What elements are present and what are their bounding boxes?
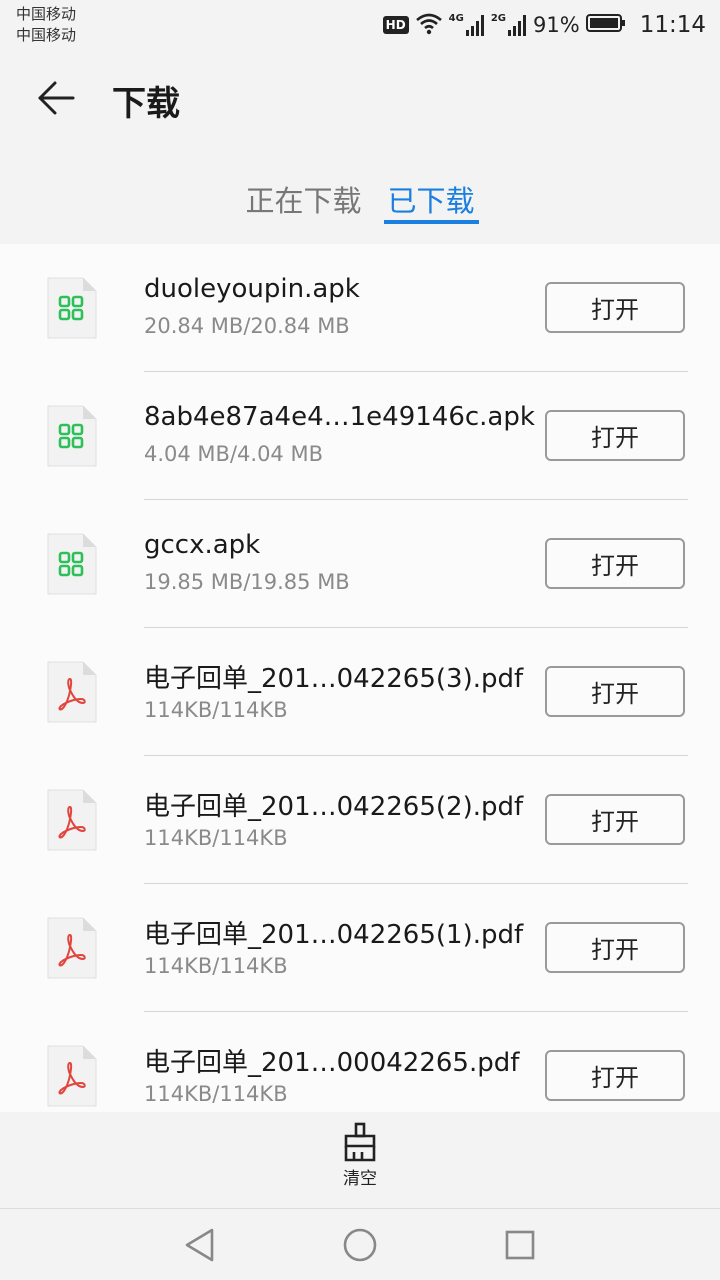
downloaded-file-list[interactable]: duoleyoupin.apk 20.84 MB/20.84 MB 打开 8ab… (0, 244, 720, 1112)
tab-downloading[interactable]: 正在下载 (241, 146, 365, 244)
back-arrow-icon (38, 81, 75, 115)
file-name: 8ab4e87a4e4…1e49146c.apk (144, 402, 535, 432)
file-size: 19.85 MB/19.85 MB (144, 570, 350, 594)
file-name: 电子回单_201…042265(3).pdf (144, 664, 524, 694)
network-type-2: 2G (490, 13, 507, 24)
square-recents-icon (505, 1230, 535, 1260)
battery-icon (585, 13, 626, 37)
tab-downloaded-label: 已下载 (387, 184, 475, 218)
active-tab-indicator (383, 220, 479, 224)
file-name: gccx.apk (144, 530, 261, 560)
nav-back-button[interactable] (180, 1225, 220, 1265)
network-type-1: 4G (448, 13, 464, 24)
clear-label: 清空 (343, 1169, 377, 1189)
file-size: 114KB/114KB (144, 826, 288, 850)
circle-home-icon (343, 1228, 377, 1262)
apk-file-icon (47, 405, 97, 467)
carrier-info: 中国移动 中国移动 (16, 4, 76, 46)
signal-strength-2: 2G (491, 14, 527, 36)
list-item[interactable]: 8ab4e87a4e4…1e49146c.apk 4.04 MB/4.04 MB… (0, 372, 720, 500)
tab-downloading-label: 正在下载 (245, 184, 362, 218)
open-button[interactable]: 打开 (545, 1050, 685, 1101)
file-name: duoleyoupin.apk (144, 274, 360, 304)
pdf-file-icon (47, 917, 97, 979)
system-nav-bar (0, 1208, 720, 1280)
nav-recents-button[interactable] (500, 1225, 540, 1265)
file-name: 电子回单_201…042265(1).pdf (144, 920, 524, 950)
pdf-file-icon (47, 661, 97, 723)
app-bar: 下载 (0, 50, 720, 146)
bottom-toolbar: 清空 (0, 1112, 720, 1208)
pdf-file-icon (47, 789, 97, 851)
signal-bars-icon (465, 15, 484, 36)
status-bar: 中国移动 中国移动 HD 4G 2G 91% 11:14 (0, 0, 720, 50)
tab-bar: 正在下载 已下载 (0, 146, 720, 244)
open-button[interactable]: 打开 (545, 538, 685, 589)
back-button[interactable] (30, 72, 82, 124)
list-item[interactable]: 电子回单_201…042265(3).pdf 114KB/114KB 打开 (0, 628, 720, 756)
file-name: 电子回单_201…00042265.pdf (144, 1048, 520, 1078)
list-item[interactable]: 电子回单_201…042265(2).pdf 114KB/114KB 打开 (0, 756, 720, 884)
pdf-file-icon (47, 1045, 97, 1107)
hd-voice-icon: HD (382, 16, 409, 34)
carrier-1: 中国移动 (16, 5, 77, 23)
clear-button[interactable]: 清空 (320, 1122, 400, 1202)
list-item[interactable]: 电子回单_201…042265(1).pdf 114KB/114KB 打开 (0, 884, 720, 1012)
apk-file-icon (47, 277, 97, 339)
file-size: 4.04 MB/4.04 MB (144, 442, 323, 466)
list-item[interactable]: 电子回单_201…00042265.pdf 114KB/114KB 打开 (0, 1012, 720, 1112)
tab-downloaded[interactable]: 已下载 (383, 146, 479, 244)
open-button[interactable]: 打开 (545, 794, 685, 845)
clock: 11:14 (639, 12, 706, 38)
open-button[interactable]: 打开 (545, 922, 685, 973)
file-size: 114KB/114KB (144, 954, 288, 978)
file-size: 114KB/114KB (144, 698, 288, 722)
apk-file-icon (47, 533, 97, 595)
triangle-back-icon (185, 1228, 214, 1262)
signal-bars-icon (508, 15, 527, 36)
file-size: 114KB/114KB (144, 1082, 288, 1106)
status-indicators: HD 4G 2G 91% 11:14 (382, 10, 706, 40)
nav-home-button[interactable] (340, 1225, 380, 1265)
broom-icon (344, 1122, 376, 1162)
open-button[interactable]: 打开 (545, 282, 685, 333)
page-title: 下载 (112, 84, 180, 124)
list-item[interactable]: gccx.apk 19.85 MB/19.85 MB 打开 (0, 500, 720, 628)
wifi-icon (415, 11, 443, 39)
file-name: 电子回单_201…042265(2).pdf (144, 792, 524, 822)
list-item[interactable]: duoleyoupin.apk 20.84 MB/20.84 MB 打开 (0, 244, 720, 372)
open-button[interactable]: 打开 (545, 410, 685, 461)
signal-strength-1: 4G (449, 14, 485, 36)
battery-percentage: 91% (533, 13, 580, 37)
file-size: 20.84 MB/20.84 MB (144, 314, 350, 338)
carrier-2: 中国移动 (16, 26, 77, 44)
open-button[interactable]: 打开 (545, 666, 685, 717)
